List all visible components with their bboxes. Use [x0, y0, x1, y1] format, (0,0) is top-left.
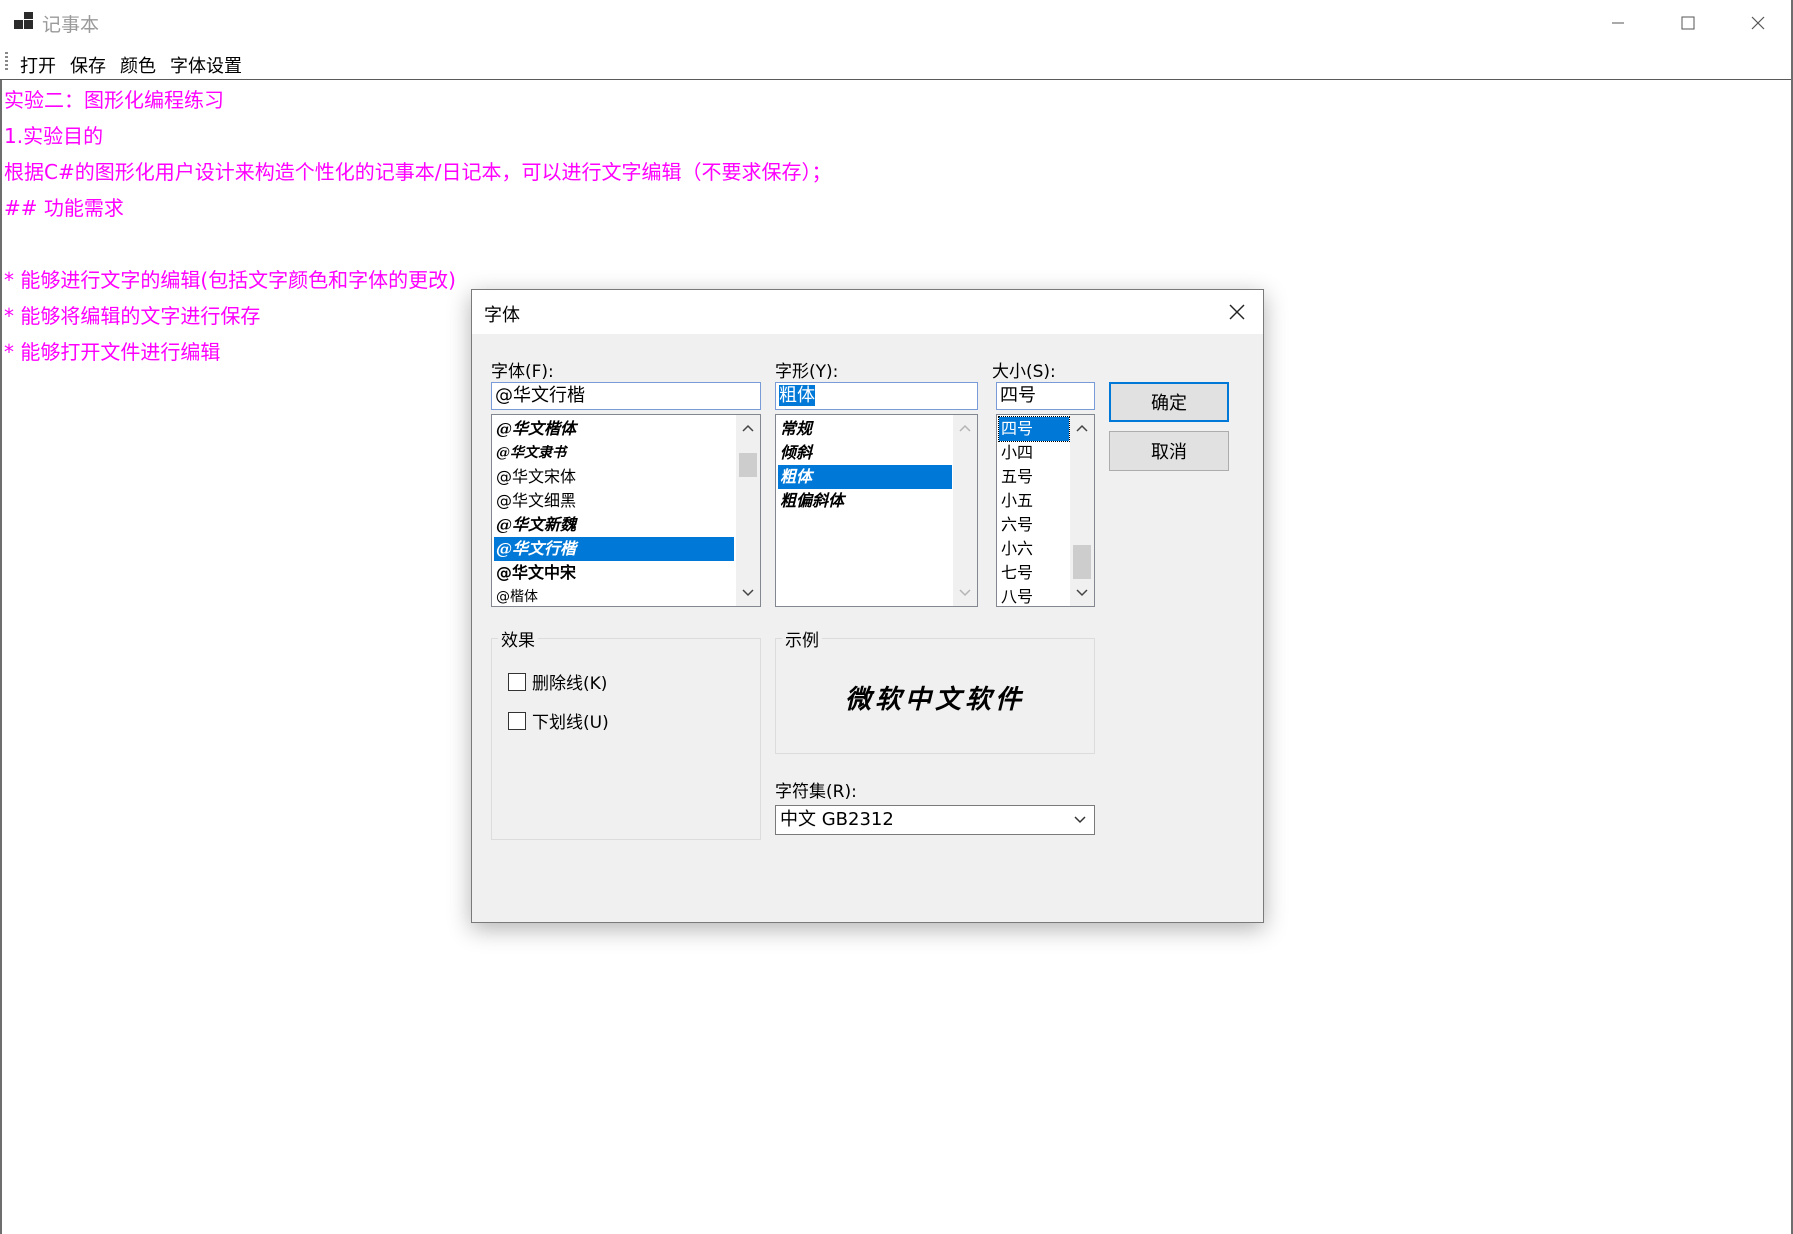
menu-color[interactable]: 颜色 — [116, 50, 160, 80]
chevron-down-icon — [1074, 816, 1086, 824]
menu-bar: 打开 保存 颜色 字体设置 — [0, 46, 1793, 80]
list-item[interactable]: 常规 — [778, 417, 952, 441]
list-item-selected[interactable]: 四号 — [998, 416, 1070, 442]
list-item[interactable]: @华文新魏 — [494, 513, 734, 537]
title-bar: 记事本 — [0, 0, 1793, 47]
chevron-up-icon — [959, 424, 971, 432]
size-list-scrollbar[interactable] — [1070, 415, 1094, 606]
list-item[interactable]: 六号 — [999, 513, 1069, 537]
window-title: 记事本 — [42, 14, 100, 36]
scroll-down-arrow[interactable] — [953, 582, 977, 604]
underline-label: 下划线(U) — [532, 713, 609, 733]
scroll-thumb[interactable] — [1073, 545, 1091, 579]
chevron-down-icon — [959, 589, 971, 597]
strikeout-checkbox-row[interactable]: 删除线(K) — [508, 669, 607, 694]
menu-save[interactable]: 保存 — [66, 50, 110, 80]
scroll-up-arrow[interactable] — [736, 417, 760, 439]
list-item[interactable]: 七号 — [999, 561, 1069, 585]
chevron-down-icon — [742, 589, 754, 597]
window-border-left — [0, 80, 2, 1234]
menu-font-settings[interactable]: 字体设置 — [166, 50, 246, 80]
list-item[interactable]: 小六 — [999, 537, 1069, 561]
dialog-title-bar: 字体 — [472, 290, 1263, 334]
minimize-button[interactable] — [1583, 0, 1653, 46]
chevron-down-icon — [1076, 589, 1088, 597]
font-label: 字体(F): — [491, 362, 554, 382]
font-dialog: 字体 字体(F): @华文行楷 @华文楷体 @华文隶书 @华文宋体 @华文细黑 … — [471, 289, 1264, 923]
chevron-up-icon — [742, 424, 754, 432]
maximize-button[interactable] — [1653, 0, 1723, 46]
list-item[interactable]: @华文细黑 — [494, 489, 734, 513]
charset-label: 字符集(R): — [775, 782, 857, 802]
close-icon — [1751, 16, 1765, 30]
dialog-title: 字体 — [484, 305, 520, 326]
effects-group: 效果 删除线(K) 下划线(U) — [491, 626, 761, 840]
list-item[interactable]: @华文隶书 — [494, 441, 734, 465]
size-input[interactable]: 四号 — [996, 382, 1095, 410]
editor-line: 实验二：图形化编程练习 — [4, 88, 224, 112]
menu-open[interactable]: 打开 — [16, 50, 60, 80]
close-button[interactable] — [1723, 0, 1793, 46]
list-item[interactable]: 八号 — [999, 585, 1069, 606]
list-item[interactable]: 粗偏斜体 — [778, 489, 952, 513]
effects-label: 效果 — [498, 626, 538, 651]
style-input[interactable]: 粗体 — [775, 382, 978, 410]
font-list[interactable]: @华文楷体 @华文隶书 @华文宋体 @华文细黑 @华文新魏 @华文行楷 @华文中… — [491, 414, 761, 607]
close-icon — [1229, 304, 1245, 320]
scroll-up-arrow[interactable] — [953, 417, 977, 439]
sample-group: 示例 微软中文软件 — [775, 626, 1095, 754]
editor-line: 根据C#的图形化用户设计来构造个性化的记事本/日记本，可以进行文字编辑（不要求保… — [4, 160, 832, 184]
ok-button[interactable]: 确定 — [1109, 382, 1229, 422]
maximize-icon — [1681, 16, 1695, 30]
strikeout-label: 删除线(K) — [532, 674, 608, 694]
minimize-icon — [1612, 22, 1624, 24]
notepad-app-icon — [14, 12, 34, 32]
underline-checkbox[interactable] — [508, 711, 526, 730]
list-item-selected[interactable]: @华文行楷 — [494, 537, 734, 561]
scroll-down-arrow[interactable] — [736, 582, 760, 604]
chevron-up-icon — [1076, 424, 1088, 432]
underline-checkbox-row[interactable]: 下划线(U) — [508, 708, 609, 733]
charset-select[interactable]: 中文 GB2312 — [775, 805, 1095, 835]
scroll-thumb[interactable] — [739, 453, 757, 477]
sample-label: 示例 — [782, 626, 822, 651]
list-item[interactable]: 小五 — [999, 489, 1069, 513]
charset-selected-value: 中文 GB2312 — [780, 809, 894, 830]
list-item[interactable]: @华文楷体 — [494, 417, 734, 441]
size-label: 大小(S): — [992, 362, 1056, 382]
font-input[interactable]: @华文行楷 — [491, 382, 761, 410]
strikeout-checkbox[interactable] — [508, 672, 526, 691]
style-input-text: 粗体 — [779, 385, 815, 406]
menu-grip — [5, 52, 8, 72]
list-item-selected[interactable]: 粗体 — [778, 465, 952, 489]
editor-line: 1.实验目的 — [4, 124, 104, 148]
dropdown-arrow[interactable] — [1070, 806, 1090, 834]
style-list[interactable]: 常规 倾斜 粗体 粗偏斜体 — [775, 414, 978, 607]
editor-line: ## 功能需求 — [4, 196, 124, 220]
size-list[interactable]: 四号 小四 五号 小五 六号 小六 七号 八号 — [996, 414, 1095, 607]
list-item[interactable]: 五号 — [999, 465, 1069, 489]
scroll-down-arrow[interactable] — [1070, 582, 1094, 604]
style-list-scrollbar[interactable] — [953, 415, 977, 606]
cancel-button[interactable]: 取消 — [1109, 431, 1229, 471]
dialog-close-button[interactable] — [1215, 292, 1259, 332]
list-item[interactable]: 小四 — [999, 441, 1069, 465]
sample-preview-text: 微软中文软件 — [844, 685, 1025, 715]
list-item[interactable]: @楷体 — [494, 585, 734, 606]
style-label: 字形(Y): — [775, 362, 839, 382]
list-item[interactable]: @华文中宋 — [494, 561, 734, 585]
font-list-scrollbar[interactable] — [736, 415, 760, 606]
scroll-up-arrow[interactable] — [1070, 417, 1094, 439]
list-item[interactable]: 倾斜 — [778, 441, 952, 465]
list-item[interactable]: @华文宋体 — [494, 465, 734, 489]
